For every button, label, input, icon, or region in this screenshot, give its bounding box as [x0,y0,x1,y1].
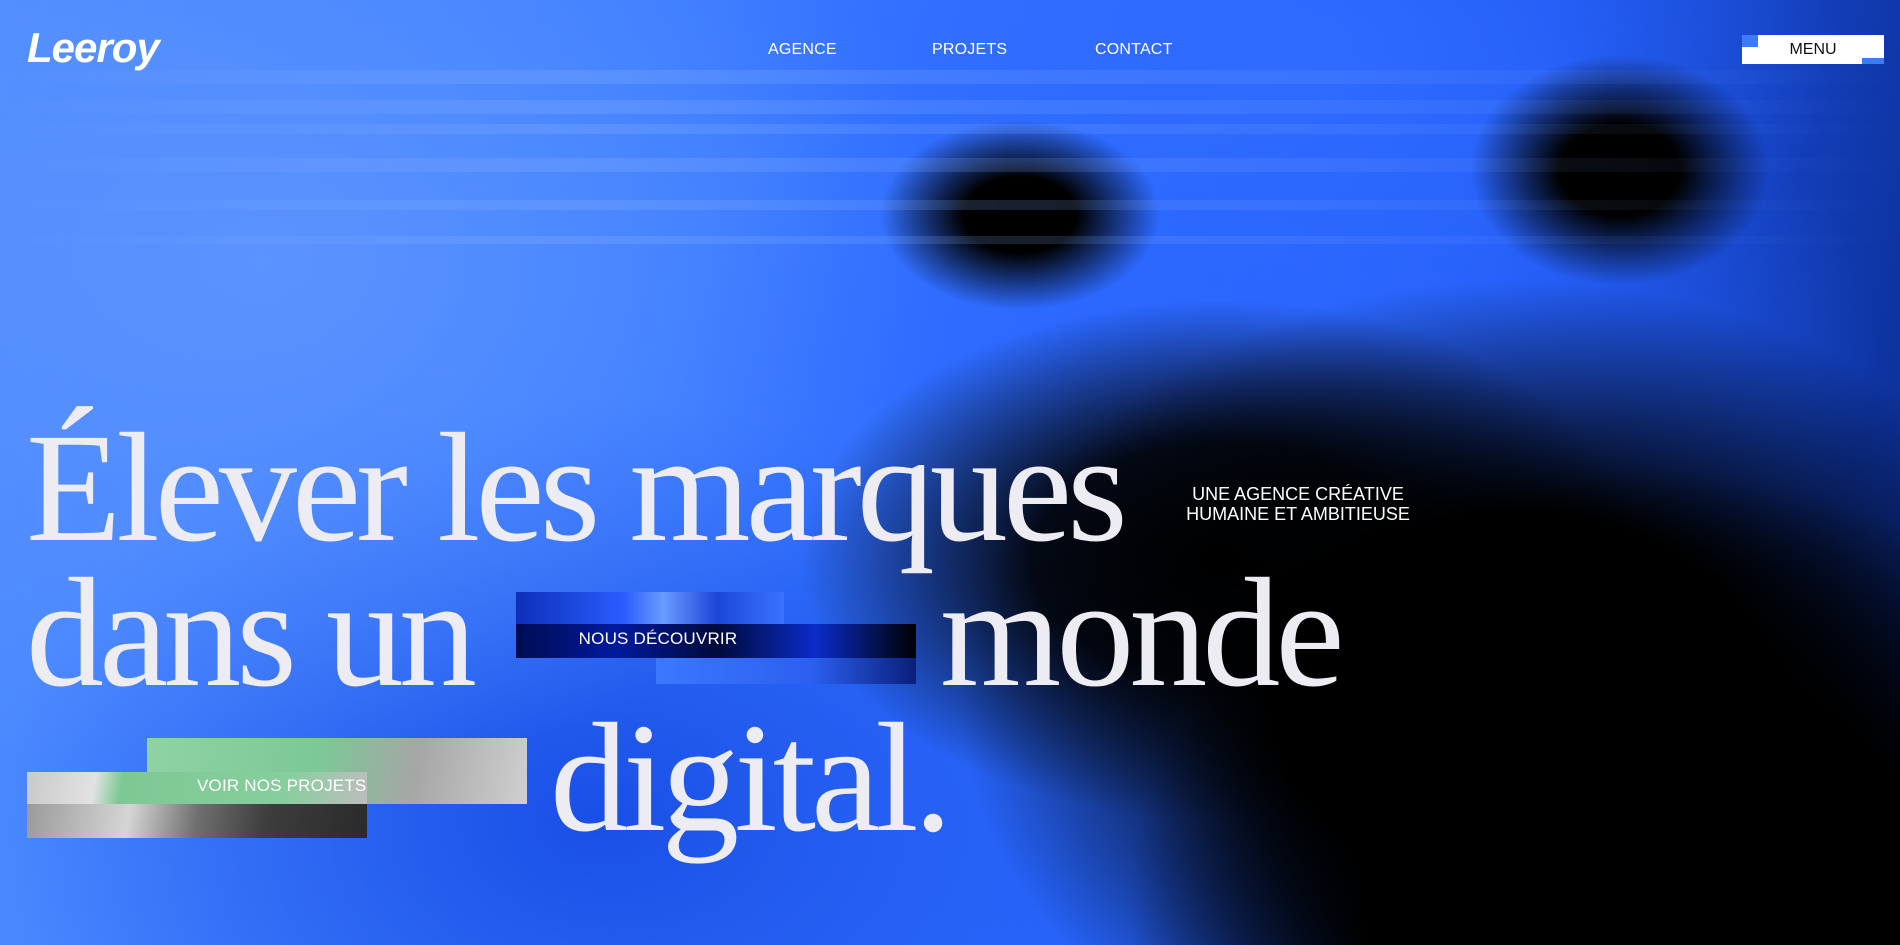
discover-button[interactable]: NOUS DÉCOUVRIR [516,592,916,692]
discover-button-glitch [516,592,784,624]
tagline-line-1: UNE AGENCE CRÉATIVE [1192,484,1404,504]
nav-link-agence[interactable]: AGENCE [768,41,837,59]
nav-link-projets[interactable]: PROJETS [932,41,1007,59]
leeroy-logo[interactable]: Leeroy [27,27,160,69]
menu-notch-decoration [1862,58,1884,64]
tagline: UNE AGENCE CRÉATIVE HUMAINE ET AMBITIEUS… [1180,484,1416,524]
headline-line-1: Élever les marques [26,401,1128,574]
discover-button-glitch [656,658,916,684]
menu-notch-decoration [1742,35,1758,47]
menu-button[interactable]: MENU [1742,35,1884,64]
headline-line-2a: dans un [26,546,477,719]
tagline-line-2: HUMAINE ET AMBITIEUSE [1186,504,1410,524]
projects-button-label: VOIR NOS PROJETS [197,776,367,795]
nav-link-contact[interactable]: CONTACT [1095,41,1173,59]
projects-button[interactable]: VOIR NOS PROJETS [27,738,527,838]
headline-line-2b: monde [940,546,1345,719]
headline-line-3: digital. [550,691,953,864]
discover-button-label: NOUS DÉCOUVRIR [578,629,738,648]
menu-label: MENU [1789,40,1837,58]
projects-button-image [27,804,367,838]
